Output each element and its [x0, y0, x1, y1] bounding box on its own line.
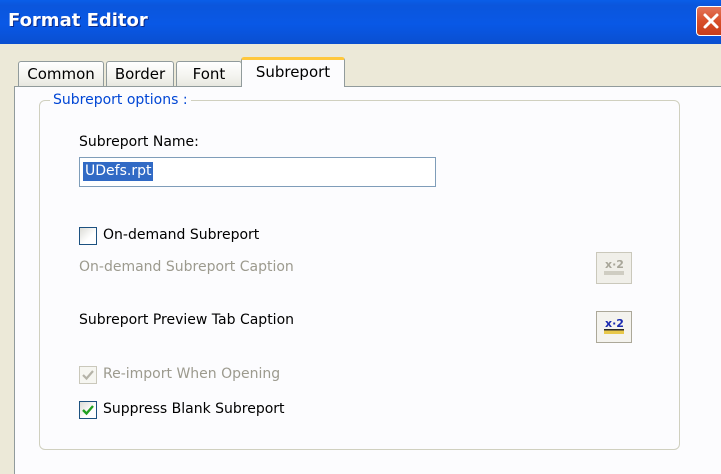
reimport-checkbox[interactable] — [79, 366, 97, 384]
tab-label: Font — [192, 65, 226, 83]
tab-border[interactable]: Border — [106, 61, 174, 87]
svg-text:x·2: x·2 — [605, 317, 624, 330]
svg-text:x·2: x·2 — [605, 258, 624, 271]
subreport-options-group — [39, 100, 680, 450]
formula-icon: x·2 — [604, 317, 624, 334]
group-label: Subreport options : — [50, 92, 191, 108]
tab-subreport[interactable]: Subreport — [241, 57, 345, 87]
tab-font[interactable]: Font — [176, 61, 242, 87]
title-bar: Format Editor — [0, 0, 721, 44]
subreport-name-value: UDefs.rpt — [83, 162, 154, 181]
close-icon — [703, 13, 719, 29]
reimport-label: Re-import When Opening — [103, 366, 281, 382]
window-title: Format Editor — [8, 10, 148, 31]
close-button[interactable] — [696, 6, 721, 36]
on-demand-caption-label: On-demand Subreport Caption — [79, 259, 294, 275]
on-demand-caption-formula-button[interactable]: x·2 — [596, 252, 632, 284]
suppress-blank-checkbox[interactable] — [79, 401, 97, 419]
check-icon — [82, 370, 94, 381]
tab-label: Subreport — [255, 63, 331, 81]
suppress-blank-label: Suppress Blank Subreport — [103, 401, 285, 417]
subreport-name-label: Subreport Name: — [79, 134, 199, 150]
tab-label: Common — [27, 65, 95, 83]
preview-tab-caption-formula-button[interactable]: x·2 — [596, 311, 632, 343]
formula-icon: x·2 — [604, 258, 624, 275]
on-demand-label: On-demand Subreport — [103, 227, 260, 243]
preview-tab-caption-label: Subreport Preview Tab Caption — [79, 312, 295, 328]
on-demand-checkbox[interactable] — [79, 227, 97, 245]
tab-common[interactable]: Common — [18, 61, 104, 87]
tab-label: Border — [114, 65, 166, 83]
check-icon — [82, 405, 94, 416]
subreport-name-input[interactable]: UDefs.rpt — [79, 157, 436, 187]
